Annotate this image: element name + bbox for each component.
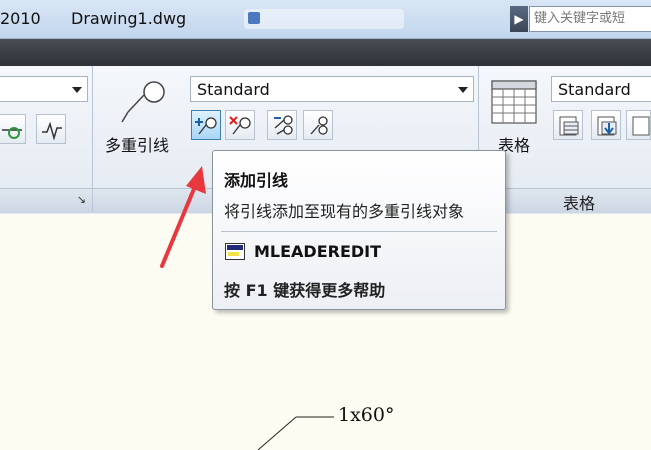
collect-leaders-button[interactable] <box>303 110 333 140</box>
multileader-large-icon <box>121 81 165 123</box>
red-annotation-arrow-icon <box>160 166 206 268</box>
ribbon-tab-bar <box>0 39 651 66</box>
add-leader-tooltip: 添加引线 将引线添加至现有的多重引线对象 MLEADEREDIT 按 F1 键获… <box>212 150 506 310</box>
app-version-text: 2010 <box>0 9 41 28</box>
table-style-dropdown[interactable]: Standard <box>551 76 651 102</box>
tooltip-help-text: 按 F1 键获得更多帮助 <box>224 281 386 300</box>
left-panel-footer: ↘ <box>0 188 92 213</box>
zigzag-icon <box>42 121 62 141</box>
search-input[interactable]: 键入关键字或短 <box>529 6 651 32</box>
table-tool-button-1[interactable] <box>553 110 583 140</box>
tooltip-command: MLEADEREDIT <box>254 242 382 261</box>
document-title: Drawing1.dwg <box>71 9 187 28</box>
dimension-update-icon <box>2 127 22 139</box>
link-icon <box>248 12 260 24</box>
title-bar: 2010 Drawing1.dwg ▶ 键入关键字或短 <box>0 0 651 39</box>
multileader-style-value: Standard <box>197 80 270 99</box>
remove-leader-button[interactable] <box>225 110 255 140</box>
table-tool-button-2[interactable] <box>591 110 621 140</box>
table-style-value: Standard <box>558 80 631 99</box>
align-leaders-button[interactable] <box>267 110 297 140</box>
align-leaders-icon <box>274 115 293 135</box>
dimension-update-button[interactable] <box>0 114 26 144</box>
blurred-titlebar-region <box>244 9 404 29</box>
chevron-down-icon <box>458 87 468 93</box>
search-expand-button[interactable]: ▶ <box>510 6 528 32</box>
multileader-button-label[interactable]: 多重引线 <box>105 132 169 156</box>
add-leader-icon <box>195 117 217 135</box>
tooltip-title: 添加引线 <box>224 171 289 190</box>
leader-line <box>257 416 297 450</box>
table-link-icon <box>632 116 650 136</box>
left-panel-dropdown[interactable] <box>0 76 88 102</box>
dimension-text: 1x60° <box>338 404 395 426</box>
remove-leader-icon <box>229 116 251 135</box>
collect-leaders-icon <box>310 116 328 135</box>
table-insert-icon <box>559 116 579 136</box>
add-leader-button[interactable] <box>191 110 221 140</box>
table-panel-title: 表格 <box>563 194 596 213</box>
chevron-down-icon <box>72 87 82 93</box>
tooltip-separator <box>221 231 497 232</box>
command-window-icon <box>225 243 245 260</box>
table-tool-button-3[interactable] <box>626 110 651 140</box>
tooltip-description: 将引线添加至现有的多重引线对象 <box>224 202 465 221</box>
table-large-icon <box>491 80 537 124</box>
panel-launcher-icon[interactable]: ↘ <box>77 193 86 206</box>
dimension-break-button[interactable] <box>36 114 66 144</box>
table-export-icon <box>597 116 617 136</box>
multileader-style-dropdown[interactable]: Standard <box>190 76 474 102</box>
